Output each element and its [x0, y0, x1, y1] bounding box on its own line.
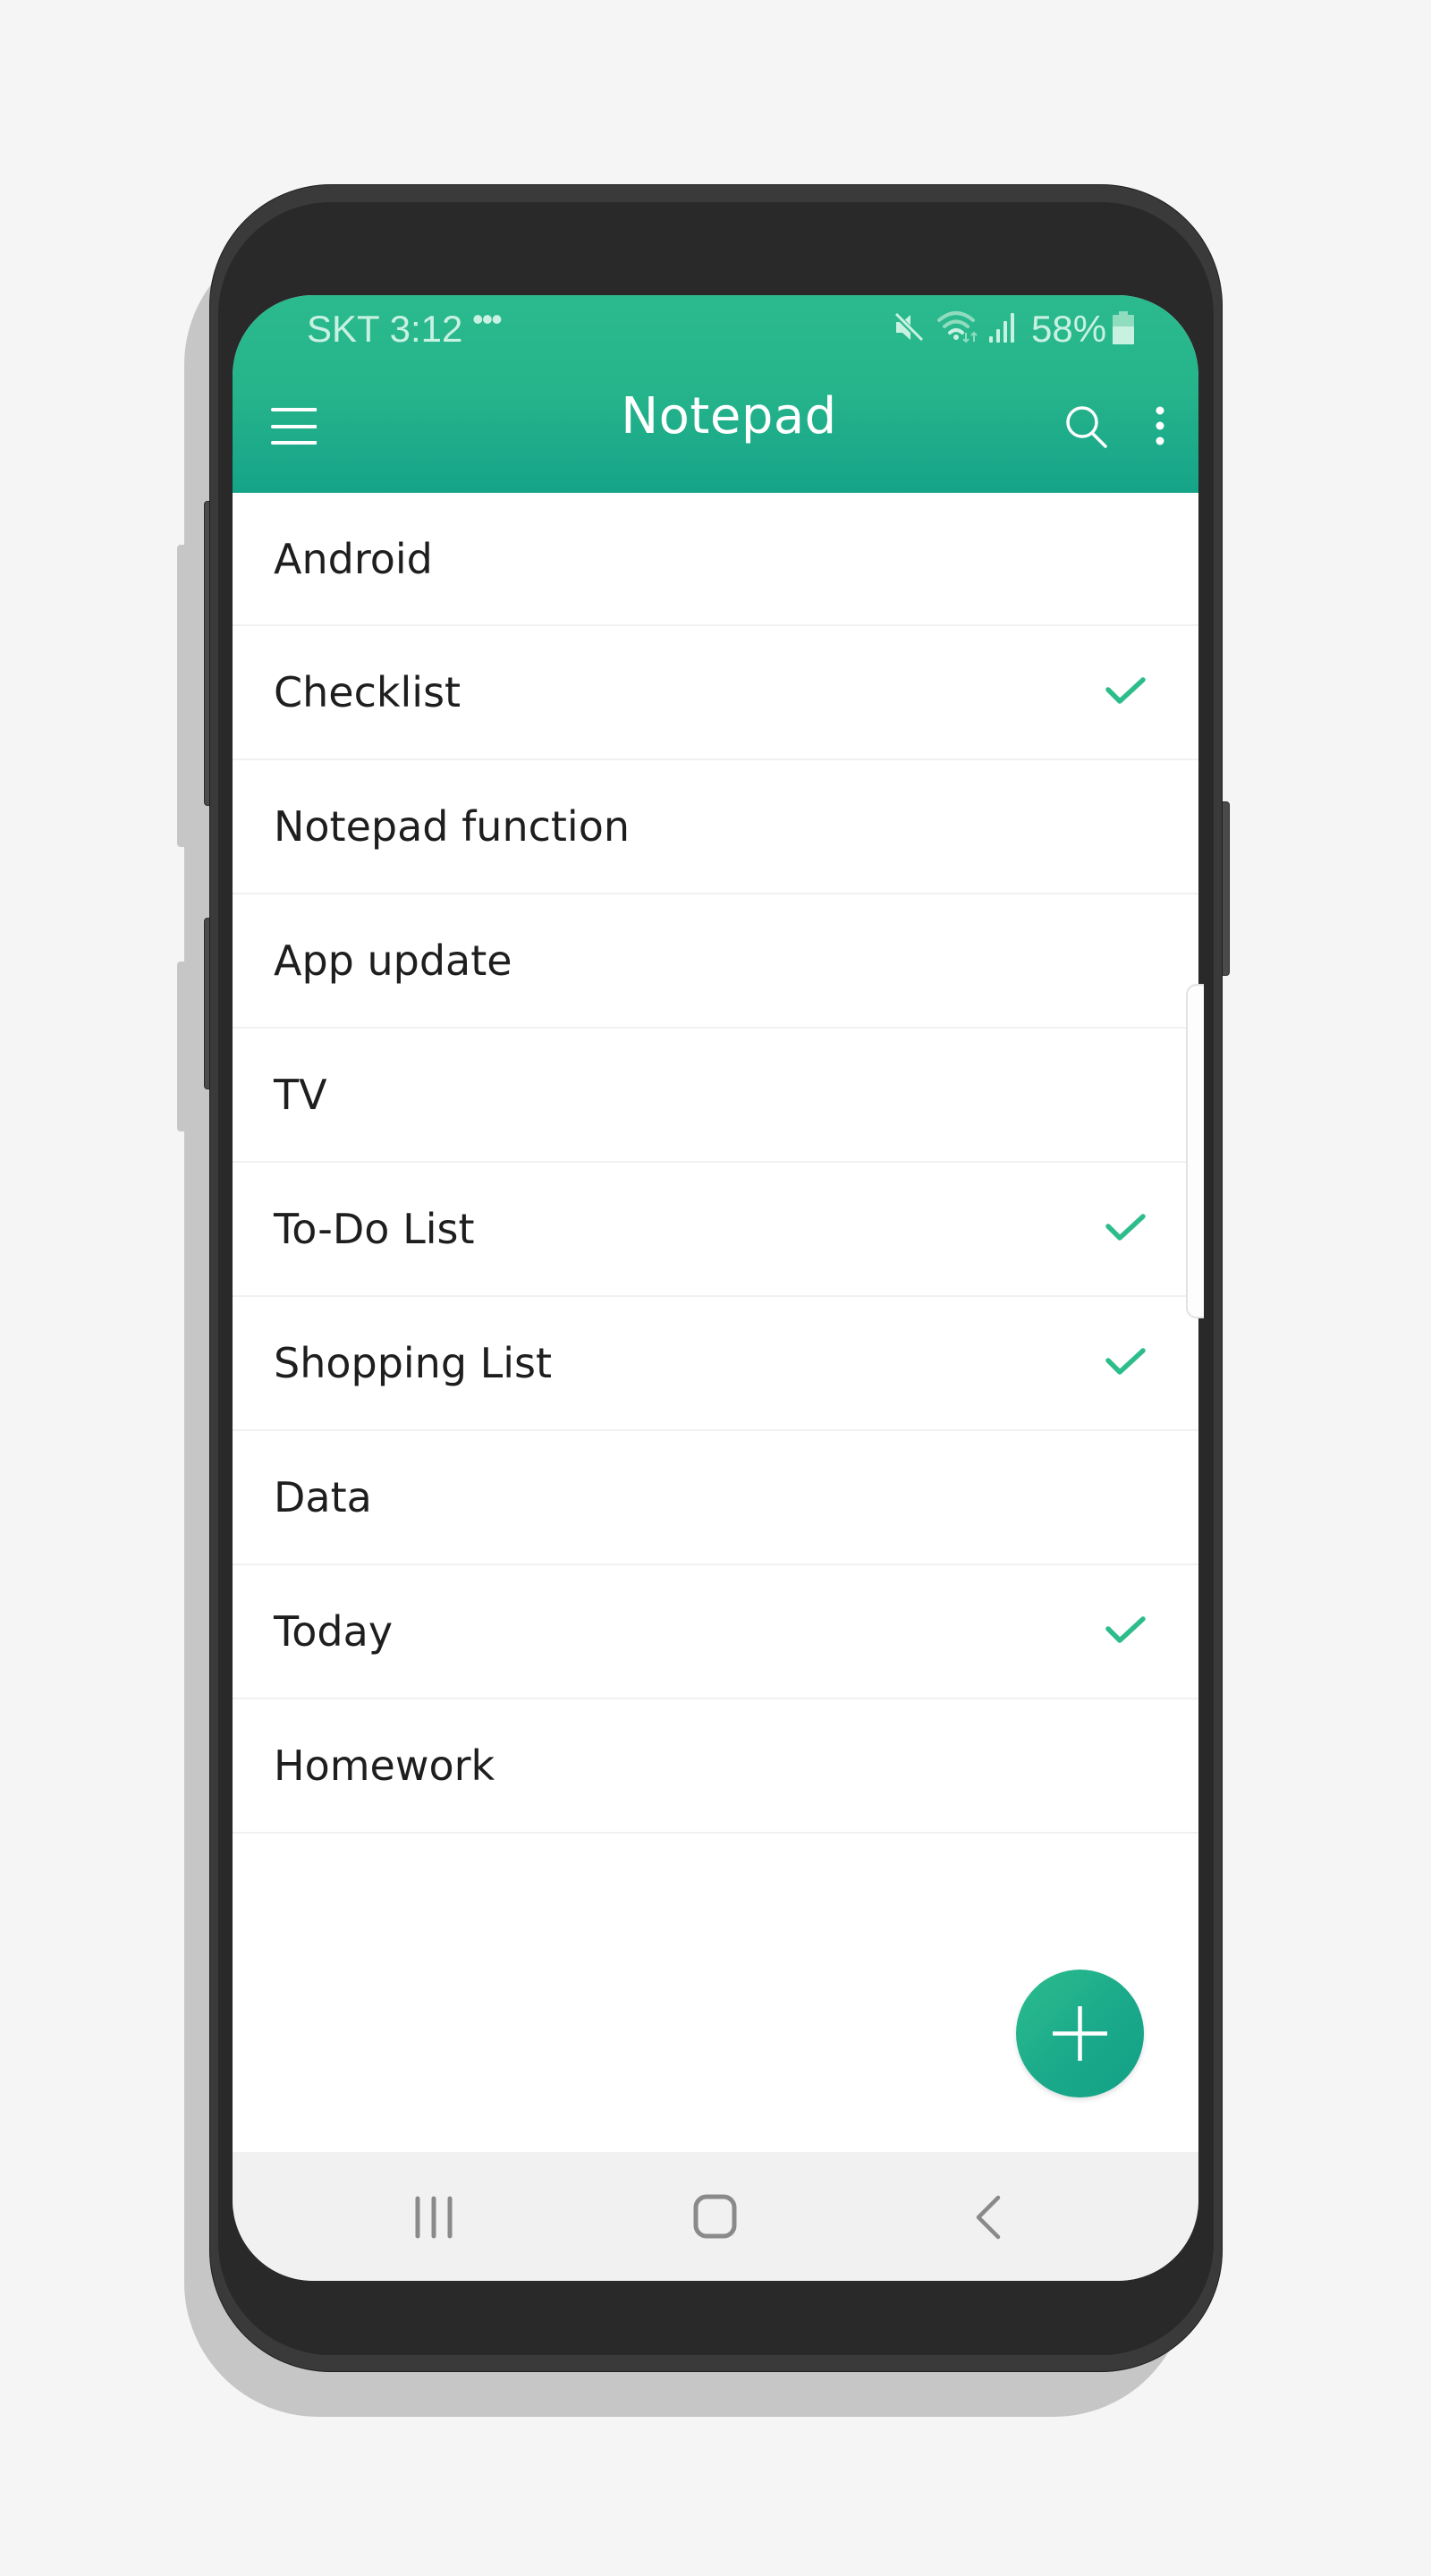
notes-list: Android Checklist Notepad function App upda…	[233, 493, 1198, 1834]
home-icon	[693, 2194, 737, 2239]
note-title: To-Do List	[274, 1205, 475, 1253]
search-icon	[1066, 406, 1107, 448]
note-title: Data	[274, 1473, 372, 1521]
app-bar: SKT 3:12 ••• 58% Notepad	[233, 295, 1198, 495]
checklist-check-icon	[1105, 677, 1146, 704]
note-list-item[interactable]: Data	[233, 1431, 1198, 1565]
note-list-item[interactable]: Today	[233, 1565, 1198, 1699]
home-button[interactable]	[626, 2152, 805, 2281]
checklist-check-icon	[1105, 1616, 1146, 1643]
note-list-item[interactable]: TV	[233, 1029, 1198, 1163]
more-vertical-icon	[1156, 406, 1164, 445]
back-icon	[976, 2195, 1001, 2240]
search-button[interactable]	[1055, 398, 1109, 452]
plus-icon	[1053, 2006, 1107, 2061]
note-list-item[interactable]: Checklist	[233, 626, 1198, 760]
note-list-item[interactable]: Homework	[233, 1699, 1198, 1834]
power-button	[1221, 801, 1230, 976]
note-title: Homework	[274, 1741, 495, 1790]
note-list-item[interactable]: App update	[233, 894, 1198, 1029]
note-list-item[interactable]: Android	[233, 493, 1198, 626]
battery-percent: 58%	[1031, 308, 1107, 350]
note-title: TV	[274, 1071, 327, 1119]
battery-icon	[1113, 311, 1134, 344]
recents-button[interactable]	[341, 2152, 520, 2281]
note-title: Today	[274, 1607, 394, 1656]
page-title: Notepad	[621, 387, 837, 445]
status-carrier-time: SKT 3:12	[307, 308, 463, 350]
note-list-item[interactable]: To-Do List	[233, 1163, 1198, 1297]
checklist-check-icon	[1105, 1214, 1146, 1241]
note-title: Shopping List	[274, 1339, 553, 1387]
edge-panel-handle[interactable]	[1186, 984, 1204, 1318]
checklist-check-icon	[1105, 1348, 1146, 1375]
note-title: App update	[274, 936, 512, 985]
signal-icon	[989, 313, 1014, 343]
note-title: Checklist	[274, 668, 461, 716]
more-options-button[interactable]	[1147, 402, 1173, 451]
mute-icon	[893, 311, 925, 343]
back-button[interactable]	[910, 2152, 1089, 2281]
note-title: Android	[274, 534, 433, 583]
wifi-icon	[937, 311, 978, 343]
system-nav-bar	[233, 2152, 1198, 2281]
side-button-shadow	[177, 545, 188, 847]
add-note-button[interactable]	[1016, 1970, 1144, 2097]
note-title: Notepad function	[274, 802, 631, 851]
side-button-shadow	[177, 962, 188, 1131]
recents-icon	[415, 2196, 453, 2239]
phone-screen: SKT 3:12 ••• 58% Notepad Android Checkli…	[233, 295, 1198, 2281]
note-list-item[interactable]: Notepad function	[233, 760, 1198, 894]
note-list-item[interactable]: Shopping List	[233, 1297, 1198, 1431]
notification-more-indicator: •••	[472, 301, 503, 337]
